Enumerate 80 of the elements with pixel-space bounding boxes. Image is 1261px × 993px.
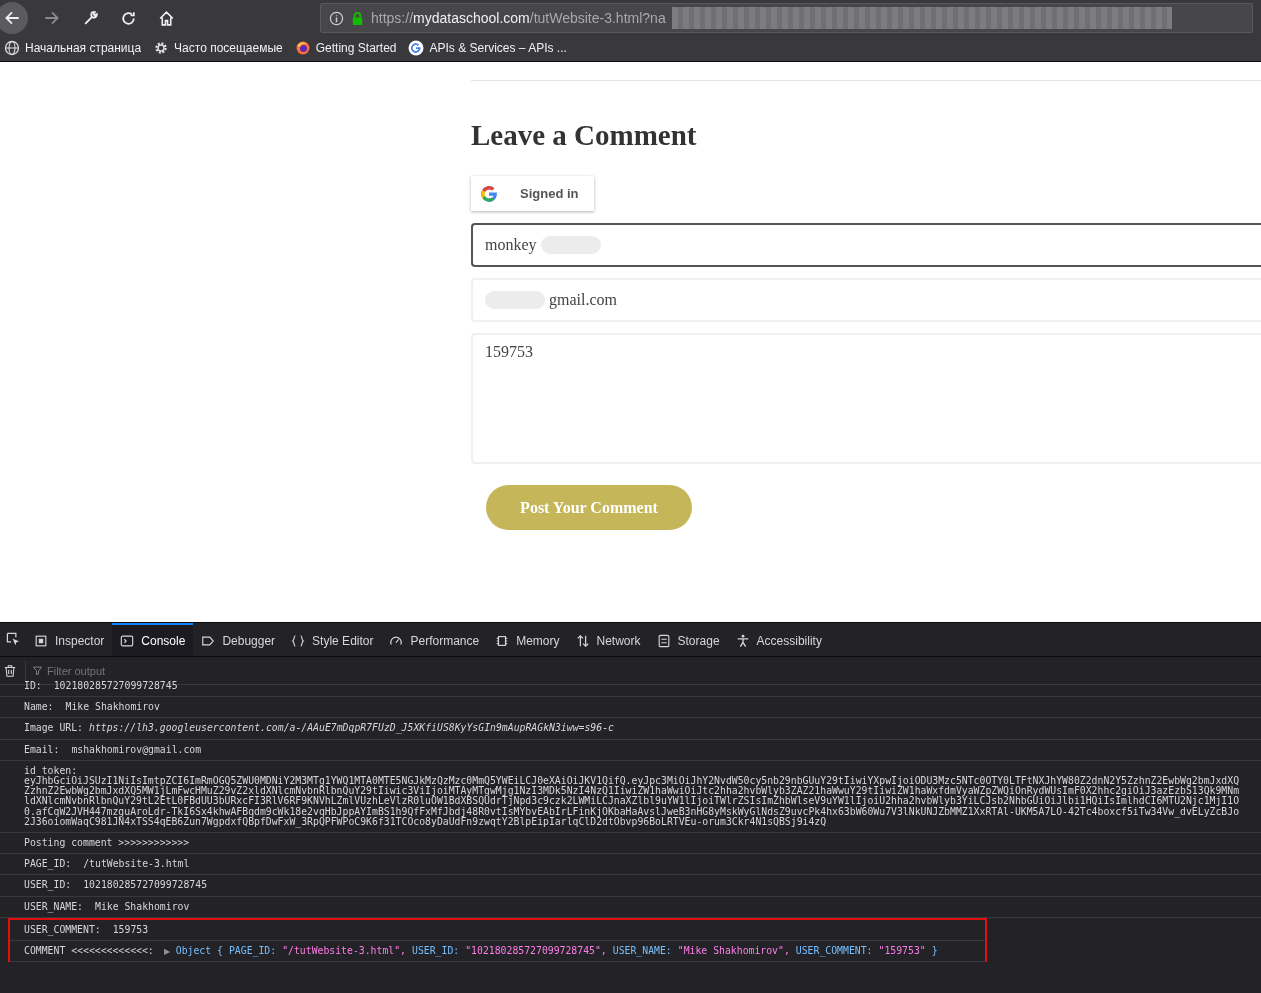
console-icon [120,633,135,648]
log-label: Email: [24,744,60,755]
bookmark-link[interactable]: Getting Started [315,41,397,55]
filter-icon [32,665,43,676]
address-bar[interactable]: https://mydataschool.com/tutWebsite-3.html?na [320,3,1253,33]
property-key: USER_ID: [412,946,460,957]
right-arrow-icon [43,9,61,27]
devtools-tab[interactable]: Accessibility [727,623,830,656]
devtools-tab[interactable]: Network [567,623,649,656]
token-line: ldXNlcmNvbnRlbnQuY29tL2EtL0FBdUU3bURxcFI3RlV6RF9KNVhLZmlVUzhLeVlzR0luOW1BdXBSQUdrTjNpd3c9czk2LWMiLCJnaXZlbl9uYW1lIjoiTWlrZSIsImZhbWlseV9uYW1lIjoiU2hha2hvbWlyb3YiLCJsb2NhbGUiOiJlbi1HQiIsImlhdCI6MTU2Njc1MjI1O [24,796,1240,807]
cursor-icon [5,632,21,647]
property-value: "/tutWebsite-3.html", [282,946,406,957]
lock-icon [350,10,365,26]
debugger-icon [201,633,216,648]
bookmark-link[interactable]: Часто посещаемые [174,41,283,55]
person-icon [735,633,750,648]
devtools-tab[interactable]: Debugger [193,623,284,656]
property-key: USER_COMMENT: [795,946,873,957]
token-line: ZzhnZ2EwbWg2bmJxdXQ5MW1jLmFwcHMuZ29vZ2xldXNlcmNvbnRlbnQuY29tIiwic3ViIjoiMTAyMTgwMjg1NzI3MDk5NzI4NzQ1IiwiZW1haWwiOiJtc2hha2hvbWlyb3ZAZ21haWwuY29tIiwiZW1haWxfdmVyaWZpZWQiOnRydWUsImF0X2hhc2giOiJ3azEzbS13Qk9MNm [24,786,1240,797]
log-label: USER_ID: [24,880,72,891]
clear-console-button[interactable] [3,663,17,678]
braces-icon [291,633,306,648]
trash-icon [3,663,17,678]
log-label: USER_COMMENT: [24,924,101,936]
log-label: Image URL: [24,723,83,734]
bookmark-link[interactable]: Начальная страница [25,41,142,55]
log-label: ID: [24,681,42,692]
devtools-tab[interactable]: Performance [381,623,488,656]
object-close: } [931,946,938,957]
info-icon [329,10,344,26]
home-icon [157,9,175,27]
devtools-tab[interactable]: Style Editor [283,623,382,656]
property-key: USER_NAME: [612,946,672,957]
google-signin-button[interactable]: Signed in [471,176,594,211]
devtools-tab[interactable]: Inspector [26,623,113,656]
log-label: id_token: [24,765,78,776]
section-heading: Leave a Comment [471,119,698,152]
log-value: 102180285727099728745 [53,681,178,692]
token-line: 2J36oiomWaqC981JN4xTSS4qEB6Zun7WgpdxfQBpfDwFxW_3RpQPFWPoC9K6f31TCOco8yDaUdFn9zwqtY2BlpEipIarlqClD2dtObvp96BoLRTVEu-orum3Ckr4N1sQBSj9i4zQ [24,816,827,828]
email-field[interactable]: gmail.com [471,278,1261,322]
log-value: /tutWebsite-3.html [83,859,190,870]
devtools-tab[interactable]: Memory [487,623,568,656]
left-arrow-icon [3,9,21,27]
up-down-arrows-icon [575,633,590,648]
log-value: Mike Shakhomirov [95,901,190,912]
globe-icon [4,40,20,56]
property-value: "102180285727099728745", [465,946,607,957]
filter-field[interactable]: Filter output [47,664,247,677]
token-line: 0.afCqW2JVH447mzguAroLdr-TkI6Sx4khwAFBqdm9cWk18e2vqHbJppAYImBS1h9QfFxMfJbdj48R0vtIsMYbvEAbIrLFinKjOKbaHaAvslJweB3nHG8yMskWyGlNdsZ9uvcPk4hx63bW60Wu7V3lNkUNJZbMMZ1XxRTAl-UKM5A7LO-42Tc4boxcf5iTw34Vw_dvELyZcBJo [24,806,1240,817]
log-label: PAGE_ID: [24,859,72,870]
fox-globe-icon [294,40,311,56]
expand-toggle[interactable]: ▶ [163,947,170,957]
chip-icon [495,633,510,648]
log-value: Mike Shakhomirov [65,702,160,713]
log-label: USER_NAME: [24,901,83,912]
property-value: "159753" [878,946,926,957]
inspector-icon [34,633,48,648]
log-value: 159753 [112,924,149,936]
gear-icon [153,40,170,56]
object-open: Object { [175,946,223,957]
url-text: https://mydataschool.com/tutWebsite-3.html?na [371,10,666,26]
storage-icon [656,633,671,648]
bookmark-link[interactable]: APIs & Services – APIs ... [429,41,567,55]
property-key: PAGE_ID: [228,946,277,957]
log-label: COMMENT <<<<<<<<<<<<<: [24,946,154,957]
google-g-icon [480,184,498,203]
devtools-tab[interactable]: Console [112,623,194,656]
reload-icon [119,9,137,27]
property-value: "Mike Shakhomirov", [677,946,790,957]
name-field[interactable]: monkey [471,223,1261,267]
log-label: Posting comment >>>>>>>>>>>> [24,838,190,849]
log-value: mshakhomirov@gmail.com [71,744,202,755]
log-value: 102180285727099728745 [83,880,208,891]
comment-field[interactable]: 159753 [471,333,1261,464]
back-button[interactable] [0,2,28,34]
log-url: https://lh3.googleusercontent.com/a-/AAuE7mDqpR7FUzD_J5XKfiUS8KyYsGIn9mAupRAGkN3iww=s96-c [89,723,614,734]
log-label: Name: [24,702,54,713]
devtools-tab[interactable]: Storage [648,623,728,656]
google-g-icon [408,40,425,56]
token-line: eyJhbGciOiJSUzI1NiIsImtpZCI6ImRmOGQ5ZWU0MDNiY2M3MTg1YWQ1MTA0MTE5NGJkMzQzMzc0MmQ5YWEiLCJ0eXAiOiJKV1QifQ.eyJpc3MiOiJhY2NvdW50cy5nb29nbGUuY29tIiwiYXpwIjoiODU3Mzc5NTc0OTY0LTFtNXJhYW80Z2dnN2Y5ZzhnZ2EwbWg2bmJxdXQ [24,776,1240,786]
